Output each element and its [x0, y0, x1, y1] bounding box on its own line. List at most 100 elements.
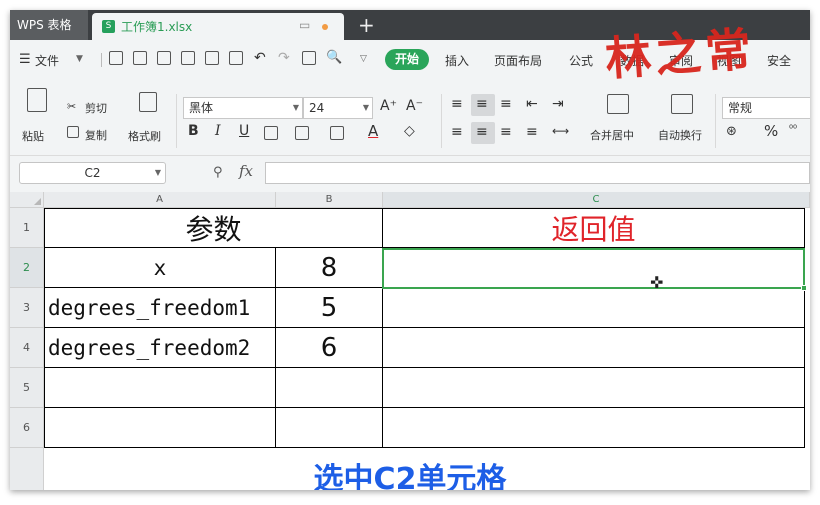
xlsx-icon: S	[102, 20, 115, 33]
open-folder-icon[interactable]	[133, 51, 147, 65]
fx-icon[interactable]: fx	[239, 162, 253, 180]
cell-b5[interactable]	[276, 368, 383, 408]
row-header-6[interactable]: 6	[10, 408, 44, 448]
align-bottom-icon[interactable]: ≡	[500, 96, 512, 112]
row-header-2[interactable]: 2	[10, 248, 44, 288]
distribute-icon[interactable]: ⟷	[552, 124, 569, 138]
fill-handle[interactable]	[801, 285, 807, 291]
row-header-1[interactable]: 1	[10, 208, 44, 248]
format-painter-button[interactable]: 格式刷	[128, 128, 161, 144]
cell-b4[interactable]: 6	[276, 328, 383, 368]
menu-file[interactable]: 文件	[35, 52, 59, 69]
font-color-icon[interactable]: A	[368, 122, 378, 140]
cell-c3[interactable]	[383, 288, 805, 328]
name-box[interactable]: C2 ▼	[19, 162, 166, 184]
grow-font-button[interactable]: A⁺	[380, 98, 397, 114]
font-size-select[interactable]: 24 ▼	[303, 97, 373, 119]
align-left-icon[interactable]: ≡	[451, 124, 463, 140]
undo-icon[interactable]: ↶	[254, 50, 266, 66]
cell-c6[interactable]	[383, 408, 805, 448]
format-painter-icon[interactable]	[139, 92, 157, 112]
redo-icon[interactable]: ↷	[278, 50, 290, 66]
cell-a4[interactable]: degrees_freedom2	[44, 328, 276, 368]
cell-a2[interactable]: x	[44, 248, 276, 288]
column-header-b[interactable]: B	[276, 192, 383, 208]
number-format-select[interactable]: 常规	[722, 97, 810, 119]
new-tab-button[interactable]: +	[358, 13, 375, 37]
cut-button[interactable]: 剪切	[85, 100, 107, 116]
hamburger-icon[interactable]: ☰	[19, 52, 31, 67]
align-center-icon[interactable]: ≡	[476, 124, 488, 140]
column-header-a[interactable]: A	[44, 192, 276, 208]
tab-security[interactable]: 安全	[767, 52, 791, 69]
wrap-text-button[interactable]: 自动换行	[658, 127, 702, 143]
save-icon[interactable]	[157, 51, 171, 65]
tab-home[interactable]: 开始	[385, 49, 429, 70]
fill-color-icon[interactable]	[330, 126, 344, 140]
row-header-4[interactable]: 4	[10, 328, 44, 368]
app-tab-label: WPS 表格	[17, 18, 72, 32]
cell-a1-merged[interactable]: 参数	[44, 208, 383, 248]
indent-decrease-icon[interactable]: ⇤	[526, 96, 538, 112]
indent-increase-icon[interactable]: ⇥	[552, 96, 564, 112]
chevron-down-icon[interactable]: ▼	[76, 54, 83, 64]
cell-a6[interactable]	[44, 408, 276, 448]
shrink-font-button[interactable]: A⁻	[406, 98, 423, 114]
preview-icon[interactable]	[229, 51, 243, 65]
tab-insert[interactable]: 插入	[445, 52, 469, 69]
merge-center-button[interactable]: 合并居中	[590, 127, 634, 143]
underline-button[interactable]: U	[239, 123, 249, 139]
row-header-5[interactable]: 5	[10, 368, 44, 408]
justify-icon[interactable]: ≡	[526, 124, 538, 140]
cell-b6[interactable]	[276, 408, 383, 448]
currency-icon[interactable]: ⊛	[726, 124, 737, 139]
window-icon[interactable]: ▭	[299, 18, 310, 32]
cell-c4[interactable]	[383, 328, 805, 368]
comma-style-icon[interactable]: ⁰⁰	[789, 124, 797, 135]
find-icon[interactable]: 🔍	[326, 50, 342, 65]
italic-button[interactable]: I	[215, 123, 221, 139]
cell-style-icon[interactable]	[295, 126, 309, 140]
font-name-select[interactable]: 黑体 ▼	[183, 97, 303, 119]
border-icon[interactable]	[264, 126, 278, 140]
row-header-3[interactable]: 3	[10, 288, 44, 328]
formula-bar: C2 ▼ ⚲ fx	[10, 156, 810, 192]
paste-icon[interactable]	[27, 88, 47, 112]
cell-a5[interactable]	[44, 368, 276, 408]
scissors-icon[interactable]: ✂	[67, 100, 76, 113]
export-pdf-icon[interactable]	[302, 51, 316, 65]
copy-icon[interactable]	[67, 126, 79, 138]
cell-a3[interactable]: degrees_freedom1	[44, 288, 276, 328]
formula-input[interactable]	[265, 162, 810, 184]
file-tab-label: 工作簿1.xlsx	[121, 20, 193, 34]
cell-c5[interactable]	[383, 368, 805, 408]
new-doc-icon[interactable]	[109, 51, 123, 65]
print-preview-icon[interactable]	[205, 51, 219, 65]
clear-format-icon[interactable]: ◇	[404, 123, 415, 139]
column-header-c[interactable]: C	[383, 192, 810, 208]
zoom-icon[interactable]: ⚲	[213, 165, 223, 180]
tab-page-layout[interactable]: 页面布局	[494, 52, 542, 69]
percent-button[interactable]: %	[764, 122, 778, 140]
copy-button[interactable]: 复制	[85, 127, 107, 143]
app-tab[interactable]: WPS 表格	[10, 10, 88, 40]
more-chevron-icon[interactable]: ▽	[360, 54, 367, 64]
cell-b2[interactable]: 8	[276, 248, 383, 288]
print-icon[interactable]	[181, 51, 195, 65]
align-right-icon[interactable]: ≡	[500, 124, 512, 140]
cell-c1[interactable]: 返回值	[383, 208, 805, 248]
wrap-text-icon[interactable]	[671, 94, 693, 114]
align-middle-icon[interactable]: ≡	[476, 96, 488, 112]
spreadsheet-grid: A B C 1 2 3 4 5 6 参数 返回值 x 8 degrees_fre…	[10, 192, 810, 490]
bold-button[interactable]: B	[188, 123, 199, 139]
merge-center-icon[interactable]	[607, 94, 629, 114]
tab-formulas[interactable]: 公式	[569, 52, 593, 69]
select-all-corner[interactable]	[10, 192, 44, 208]
file-tab[interactable]: S 工作簿1.xlsx ▭	[92, 13, 344, 40]
align-top-icon[interactable]: ≡	[451, 96, 463, 112]
cell-b3[interactable]: 5	[276, 288, 383, 328]
unsaved-dot-icon	[322, 24, 328, 30]
select-all-icon	[34, 198, 41, 205]
paste-button[interactable]: 粘贴	[22, 128, 44, 144]
caption-text: 选中C2单元格	[313, 462, 507, 490]
